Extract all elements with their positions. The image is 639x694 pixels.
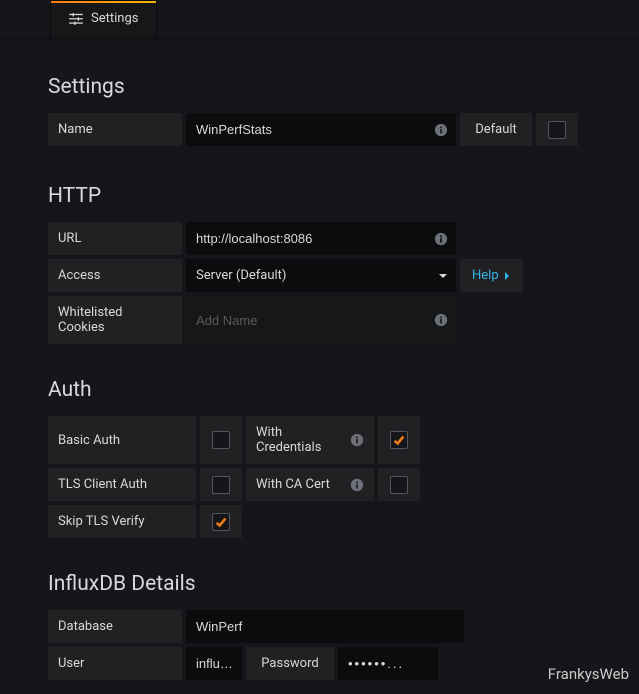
user-label: User: [48, 647, 182, 680]
default-checkbox[interactable]: [548, 121, 566, 139]
row-cookies: Whitelisted Cookies: [48, 296, 591, 344]
info-icon: [434, 123, 448, 137]
caret-down-icon: [438, 271, 448, 281]
with-ca-cert-cell: [378, 468, 420, 501]
info-icon: [434, 313, 448, 327]
section-title-http: HTTP: [48, 184, 591, 208]
default-label: Default: [460, 113, 532, 146]
tab-bar: Settings: [0, 0, 639, 39]
with-credentials-label: With Credentials: [246, 416, 374, 464]
help-label: Help: [472, 268, 499, 283]
row-auth-3: Skip TLS Verify: [48, 505, 591, 538]
cookies-label: Whitelisted Cookies: [48, 296, 182, 344]
default-checkbox-cell: [536, 113, 578, 146]
with-ca-cert-label: With CA Cert: [246, 468, 374, 501]
database-label: Database: [48, 610, 182, 643]
auth-grid: Basic Auth With Credentials TLS Client A…: [48, 416, 591, 538]
row-auth-1: Basic Auth With Credentials: [48, 416, 591, 464]
cookies-input[interactable]: [196, 304, 428, 337]
skip-tls-verify-cell: [200, 505, 242, 538]
cookies-input-wrap: [186, 296, 456, 344]
tab-settings[interactable]: Settings: [50, 0, 157, 38]
database-input[interactable]: [196, 610, 456, 643]
user-input-wrap: [186, 647, 242, 680]
tls-client-auth-cell: [200, 468, 242, 501]
basic-auth-label: Basic Auth: [48, 416, 196, 464]
database-input-wrap: [186, 610, 464, 643]
row-access: Access Server (Default) Help: [48, 259, 591, 292]
basic-auth-cell: [200, 416, 242, 464]
user-input[interactable]: [196, 647, 234, 680]
url-label: URL: [48, 222, 182, 255]
with-credentials-cell: [378, 416, 420, 464]
info-icon: [434, 232, 448, 246]
tls-client-auth-label: TLS Client Auth: [48, 468, 196, 501]
name-input-wrap: [186, 113, 456, 146]
info-icon: [350, 478, 364, 492]
access-select[interactable]: Server (Default): [186, 259, 456, 292]
row-user: User Password: [48, 647, 591, 680]
tls-client-auth-checkbox[interactable]: [212, 476, 230, 494]
watermark: FrankysWeb: [548, 665, 629, 683]
row-url: URL: [48, 222, 591, 255]
help-button[interactable]: Help: [460, 259, 523, 292]
info-icon: [350, 433, 364, 447]
name-label: Name: [48, 113, 182, 146]
chevron-right-icon: [503, 271, 511, 281]
access-label: Access: [48, 259, 182, 292]
with-ca-cert-checkbox[interactable]: [390, 476, 408, 494]
url-input[interactable]: [196, 222, 428, 255]
password-input-wrap: [338, 647, 438, 680]
content: Settings Name Default HTTP URL Access Se…: [0, 39, 639, 694]
section-title-influx: InfluxDB Details: [48, 572, 591, 596]
section-title-settings: Settings: [48, 75, 591, 99]
sliders-icon: [69, 13, 83, 25]
section-title-auth: Auth: [48, 378, 591, 402]
name-input[interactable]: [196, 113, 428, 146]
password-label: Password: [246, 647, 334, 680]
row-name: Name Default: [48, 113, 591, 146]
access-value: Server (Default): [196, 268, 432, 283]
skip-tls-verify-label: Skip TLS Verify: [48, 505, 196, 538]
with-credentials-checkbox[interactable]: [390, 431, 408, 449]
skip-tls-verify-checkbox[interactable]: [212, 513, 230, 531]
row-database: Database: [48, 610, 591, 643]
password-input[interactable]: [348, 647, 430, 680]
tab-label: Settings: [91, 11, 138, 26]
url-input-wrap: [186, 222, 456, 255]
basic-auth-checkbox[interactable]: [212, 431, 230, 449]
row-auth-2: TLS Client Auth With CA Cert: [48, 468, 591, 501]
